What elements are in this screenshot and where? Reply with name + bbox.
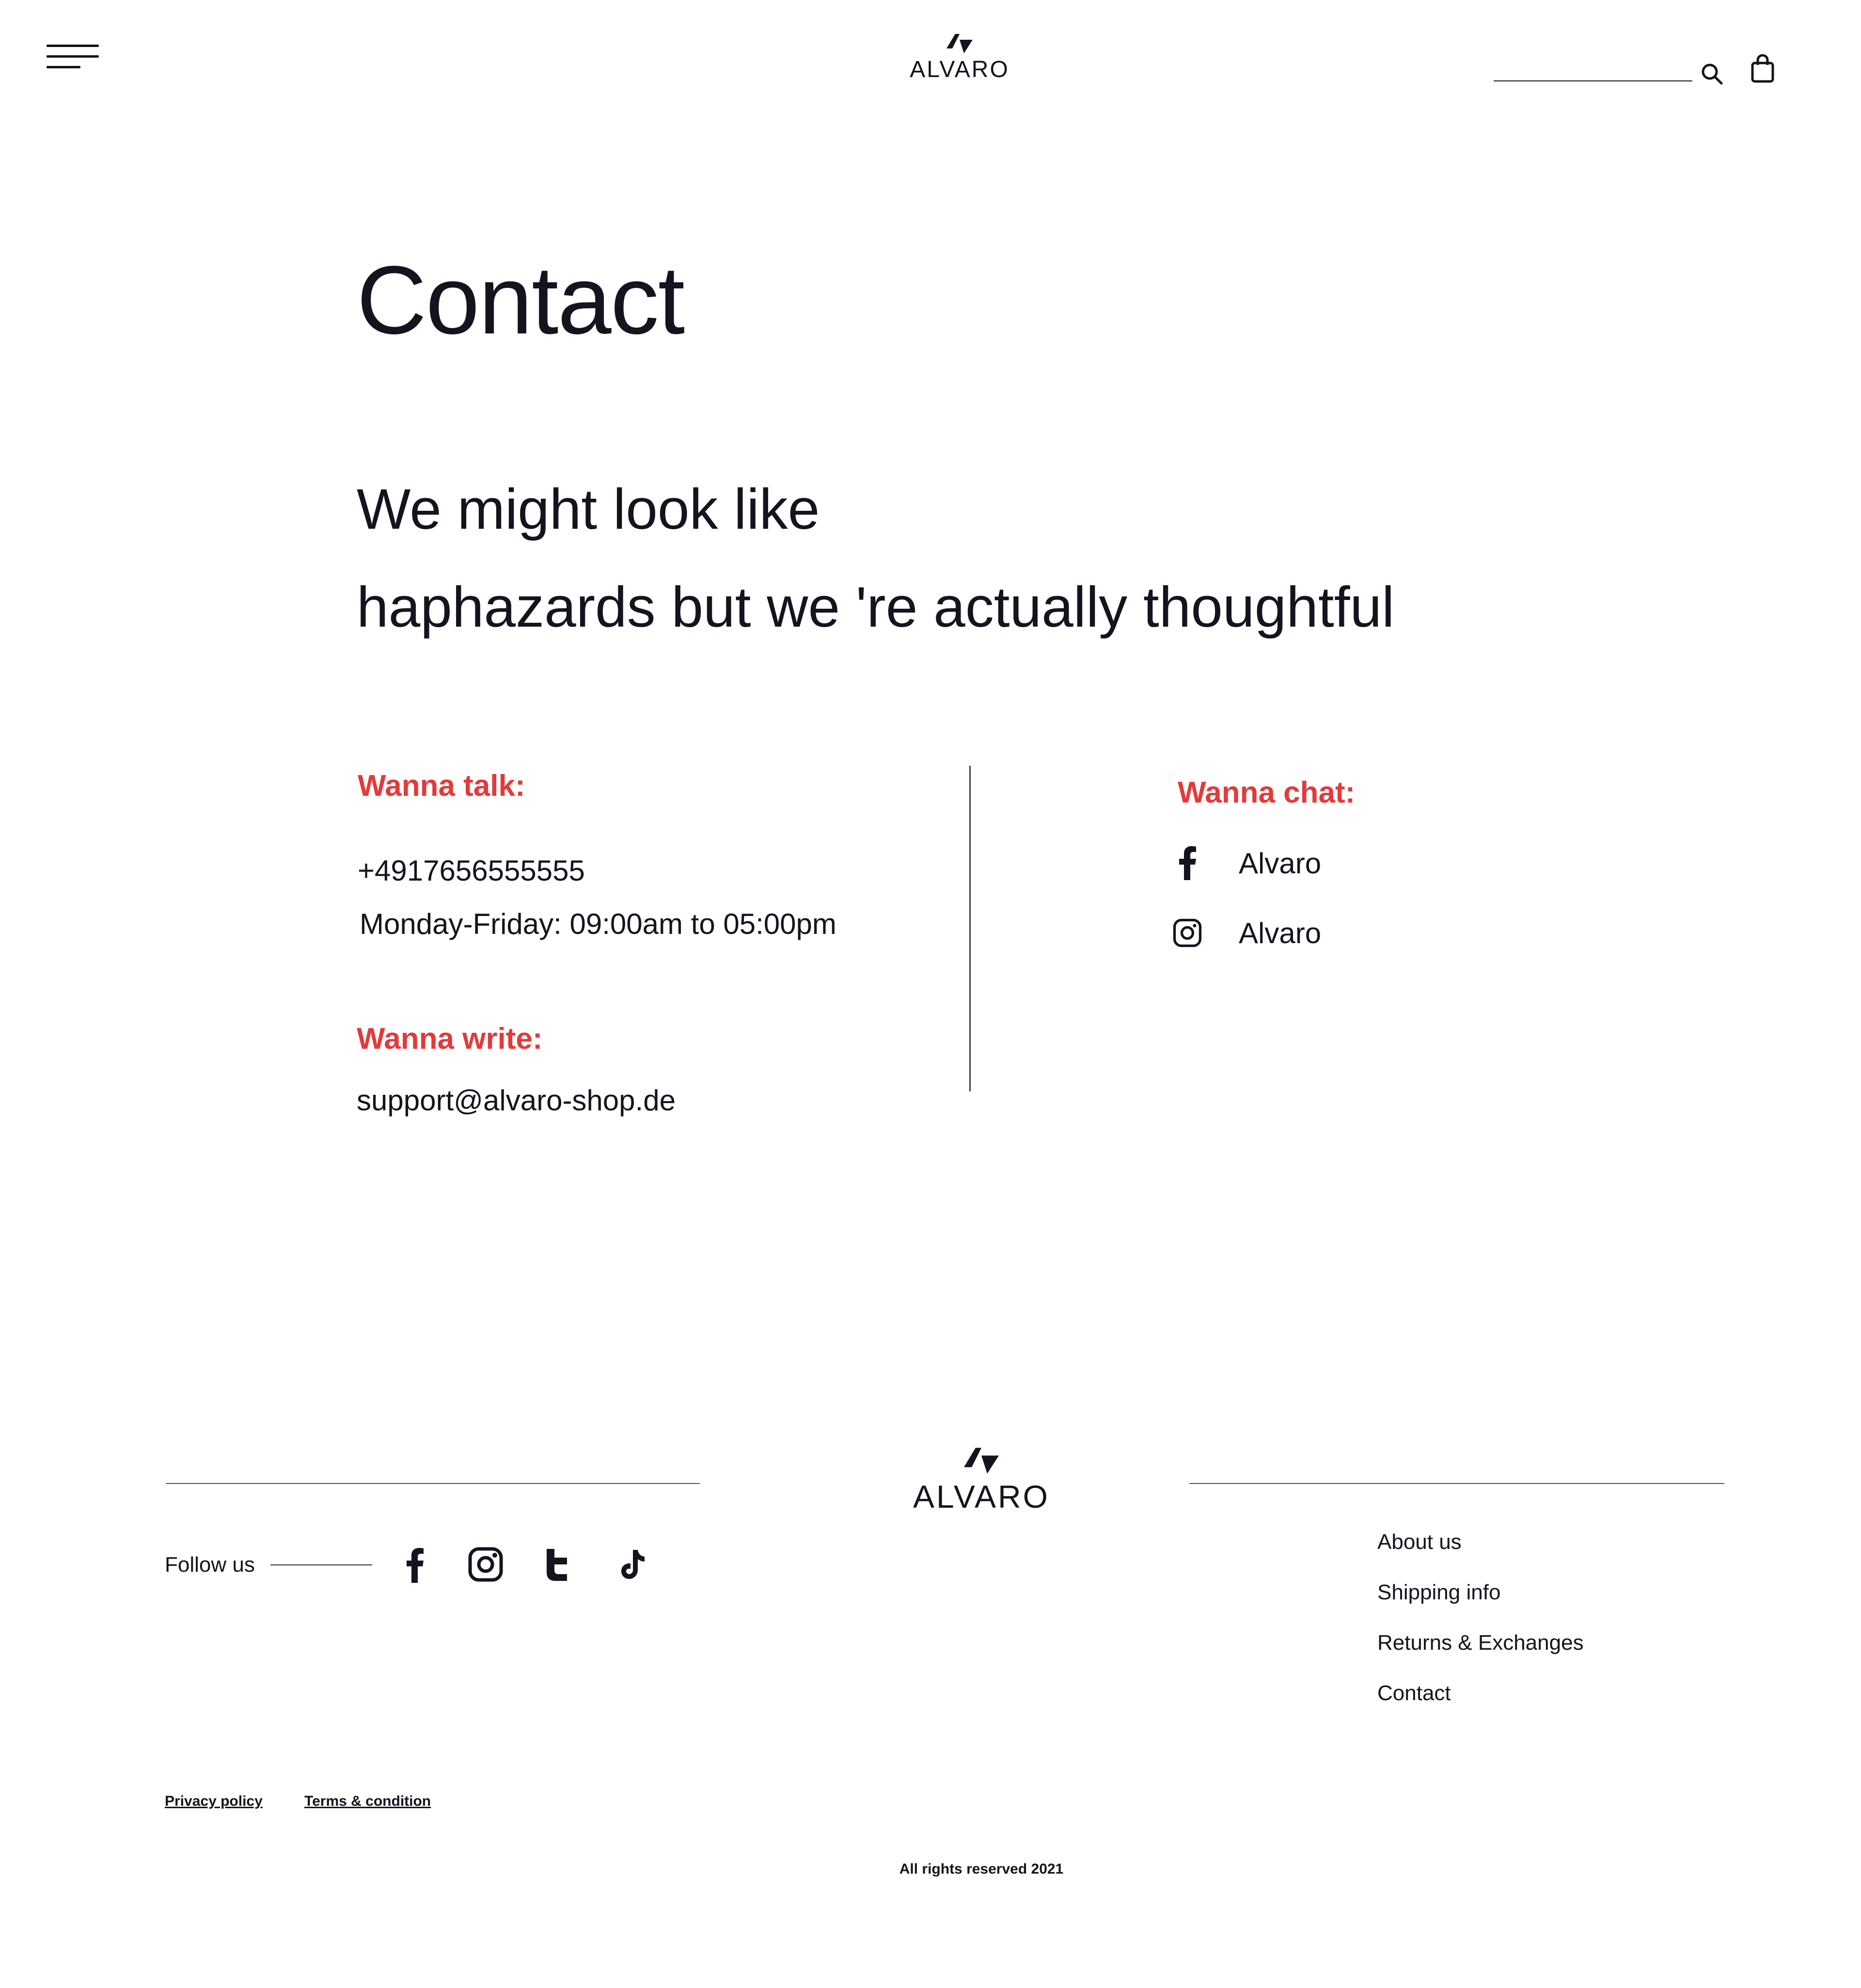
privacy-policy-link[interactable]: Privacy policy	[165, 1793, 263, 1810]
search-icon[interactable]	[1700, 62, 1723, 85]
footer-divider-left	[166, 1483, 700, 1484]
footer-link-about-us[interactable]: About us	[1377, 1528, 1584, 1578]
search-input[interactable]	[1494, 80, 1692, 81]
footer-link-shipping-info[interactable]: Shipping info	[1377, 1578, 1584, 1628]
chat-instagram-label: Alvaro	[1239, 916, 1322, 949]
brand-name: ALVARO	[910, 57, 1009, 82]
tiktok-icon[interactable]	[615, 1546, 652, 1583]
phone-number[interactable]: +4917656555555	[358, 854, 585, 887]
footer-brand-logo[interactable]: ALVARO	[911, 1447, 1052, 1515]
column-divider	[969, 766, 971, 1091]
facebook-icon[interactable]	[397, 1546, 434, 1583]
footer-links: About us Shipping info Returns & Exchang…	[1377, 1528, 1584, 1729]
footer-link-returns-exchanges[interactable]: Returns & Exchanges	[1377, 1628, 1584, 1679]
brand-logo[interactable]: ALVARO	[906, 34, 1013, 83]
twitter-icon[interactable]	[543, 1546, 580, 1583]
chat-facebook-label: Alvaro	[1239, 847, 1322, 880]
instagram-icon	[1173, 916, 1202, 950]
talk-heading: Wanna talk:	[358, 769, 525, 803]
instagram-icon[interactable]	[467, 1546, 504, 1583]
menu-icon[interactable]	[47, 45, 99, 72]
chat-heading: Wanna chat:	[1178, 776, 1356, 809]
terms-condition-link[interactable]: Terms & condition	[304, 1793, 431, 1810]
alvaro-logo-mark	[964, 1448, 999, 1474]
write-heading: Wanna write:	[357, 1022, 543, 1056]
chat-instagram-link[interactable]: Alvaro	[1173, 916, 1321, 950]
facebook-icon	[1173, 846, 1202, 880]
copyright-text: All rights reserved 2021	[899, 1861, 1064, 1877]
chat-facebook-link[interactable]: Alvaro	[1173, 846, 1321, 880]
page-title: Contact	[357, 246, 685, 354]
tagline-line-1: We might look like	[357, 477, 820, 541]
tagline: We might look like haphazards but we 're…	[357, 460, 1394, 656]
footer-link-contact[interactable]: Contact	[1377, 1679, 1584, 1729]
footer-divider-right	[1189, 1483, 1724, 1484]
footer-brand-name: ALVARO	[913, 1479, 1050, 1515]
shopping-bag-icon[interactable]	[1751, 54, 1775, 83]
opening-hours: Monday-Friday: 09:00am to 05:00pm	[360, 908, 836, 940]
follow-us-label: Follow us	[165, 1553, 255, 1577]
tagline-line-2: haphazards but we 're actually thoughtfu…	[357, 575, 1395, 639]
follow-us-line	[270, 1564, 372, 1565]
support-email[interactable]: support@alvaro-shop.de	[357, 1084, 676, 1117]
alvaro-logo-mark	[946, 34, 973, 53]
